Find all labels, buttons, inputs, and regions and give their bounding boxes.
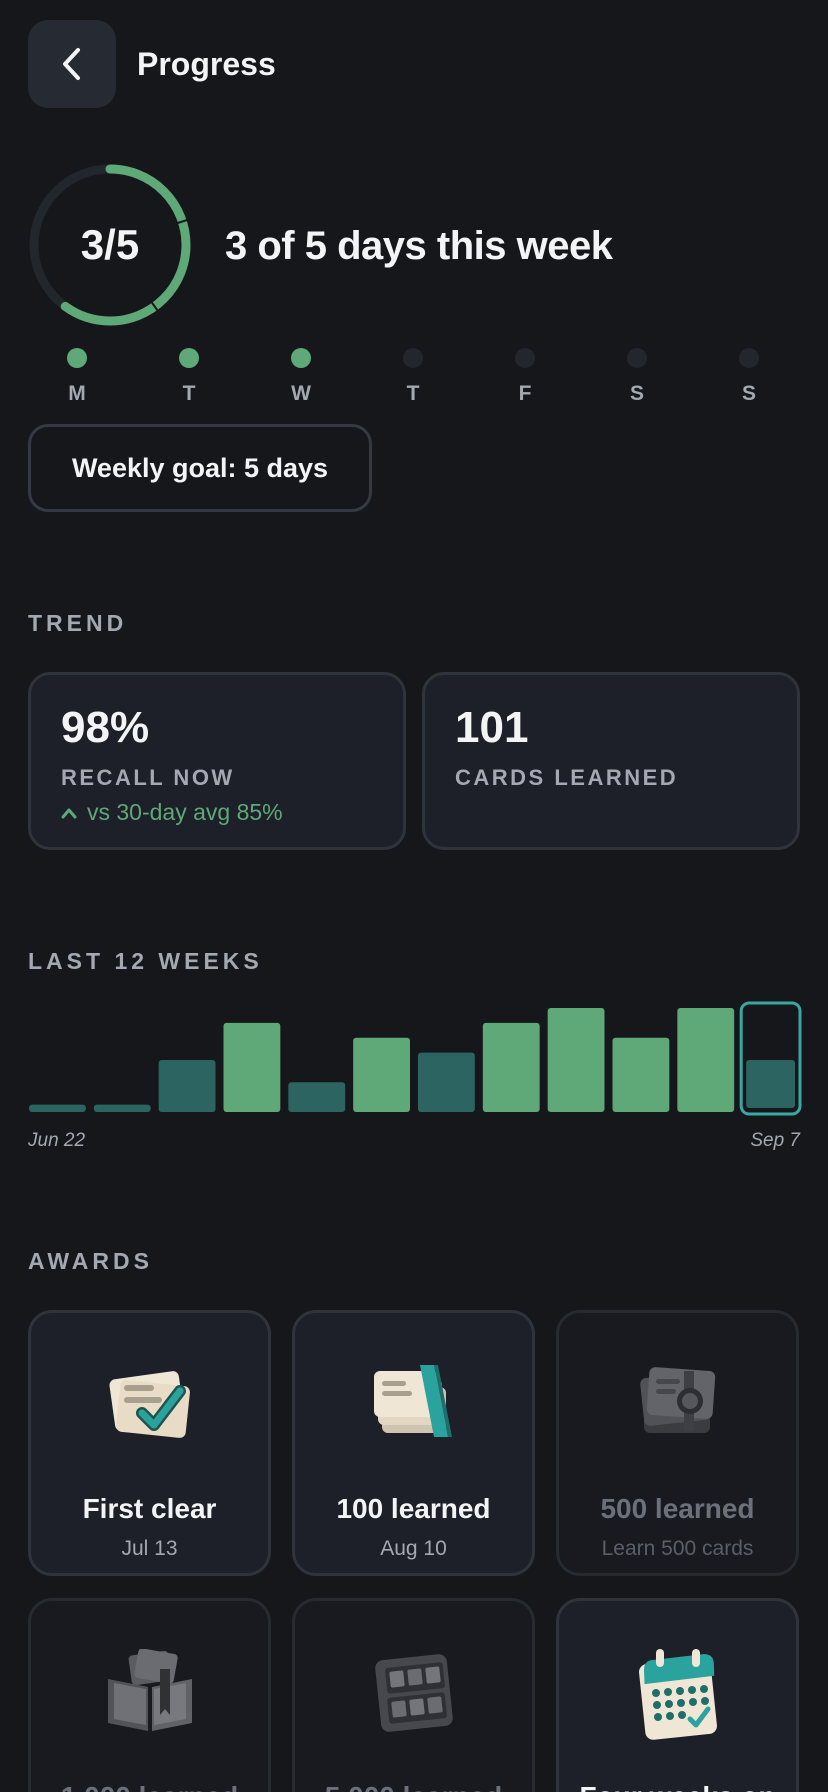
- recall-delta-text: vs 30-day avg 85%: [87, 799, 283, 825]
- day-indicator: [627, 348, 647, 368]
- card-shelf-icon: [374, 1654, 453, 1732]
- day-label: M: [68, 382, 86, 405]
- award-100-learned[interactable]: 100 learned Aug 10: [292, 1310, 535, 1576]
- award-title: 500 learned: [600, 1493, 755, 1524]
- award-date: Jul 13: [121, 1537, 178, 1560]
- awards-section-label: AWARDS: [28, 1248, 153, 1274]
- back-button[interactable]: [28, 20, 116, 108]
- weeks-section-label: LAST 12 WEEKS: [28, 948, 263, 974]
- award-500-learned[interactable]: 500 learned Learn 500 cards: [556, 1310, 799, 1576]
- week-bar: [547, 1008, 605, 1112]
- chart-end-label: Sep 7: [750, 1130, 800, 1151]
- week-bar: [223, 1022, 281, 1112]
- week-bar: [353, 1037, 410, 1112]
- cards-learned-label: CARDS LEARNED: [455, 765, 679, 790]
- weekly-goal-button[interactable]: Weekly goal: 5 days: [28, 424, 372, 512]
- award-title: 1,000 learned: [31, 1781, 268, 1792]
- award-first-clear[interactable]: First clear Jul 13: [28, 1310, 271, 1576]
- day-indicator: [179, 348, 199, 368]
- cards-learned-value: 101: [455, 703, 529, 752]
- weekly-headline: 3 of 5 days this week: [225, 224, 613, 268]
- trend-section-label: TREND: [28, 610, 128, 636]
- day-indicator: [291, 348, 311, 368]
- day-thursday: T: [393, 348, 433, 406]
- recall-delta: vs 30-day avg 85%: [61, 799, 283, 826]
- day-label: F: [518, 382, 532, 405]
- day-label: S: [741, 382, 756, 405]
- award-title: Four weeks on: [559, 1781, 796, 1792]
- week-bar: [29, 1104, 86, 1112]
- week-bar: [677, 1008, 735, 1112]
- recall-card[interactable]: 98% RECALL NOW vs 30-day avg 85%: [28, 672, 406, 850]
- day-indicator: [67, 348, 87, 368]
- day-wednesday: W: [281, 348, 321, 406]
- calendar-check-icon: [638, 1649, 717, 1740]
- award-hint: Learn 500 cards: [601, 1537, 754, 1560]
- award-title: 5,000 learned: [295, 1781, 532, 1792]
- award-four-weeks-on[interactable]: Four weeks on: [556, 1598, 799, 1792]
- award-1000-learned[interactable]: 1,000 learned: [28, 1598, 271, 1792]
- cards-learned-card[interactable]: 101 CARDS LEARNED: [422, 672, 800, 850]
- day-saturday: S: [617, 348, 657, 406]
- day-friday: F: [505, 348, 545, 406]
- chart-start-label: Jun 22: [28, 1130, 86, 1151]
- day-indicator: [403, 348, 423, 368]
- award-title: First clear: [82, 1493, 217, 1524]
- day-label: T: [182, 382, 196, 405]
- week-bar: [746, 1060, 795, 1108]
- open-book-icon: [107, 1649, 192, 1731]
- recall-value: 98%: [61, 703, 150, 752]
- weekly-ring-value: 3/5: [80, 221, 140, 268]
- chevron-up-icon: [61, 808, 77, 818]
- card-stack-badge-icon: [639, 1367, 715, 1433]
- day-indicator: [739, 348, 759, 368]
- day-monday: M: [57, 348, 97, 406]
- week-bar: [288, 1082, 346, 1112]
- day-label: W: [291, 382, 311, 405]
- week-bar: [482, 1022, 540, 1112]
- weekly-activity-chart: [29, 1001, 802, 1116]
- day-sunday: S: [729, 348, 769, 406]
- day-indicator: [515, 348, 535, 368]
- card-check-icon: [108, 1371, 190, 1438]
- week-bar: [158, 1060, 216, 1112]
- day-label: S: [629, 382, 644, 405]
- award-date: Aug 10: [380, 1537, 447, 1560]
- recall-label: RECALL NOW: [61, 765, 235, 790]
- week-bar: [93, 1104, 151, 1112]
- award-5000-learned[interactable]: 5,000 learned: [292, 1598, 535, 1792]
- card-stack-ribbon-icon: [373, 1365, 452, 1437]
- day-label: T: [406, 382, 420, 405]
- day-tuesday: T: [169, 348, 209, 406]
- week-bar: [418, 1052, 475, 1112]
- award-title: 100 learned: [336, 1493, 491, 1524]
- page-title: Progress: [137, 46, 276, 82]
- chevron-left-icon: [63, 48, 80, 80]
- week-bar: [612, 1037, 670, 1112]
